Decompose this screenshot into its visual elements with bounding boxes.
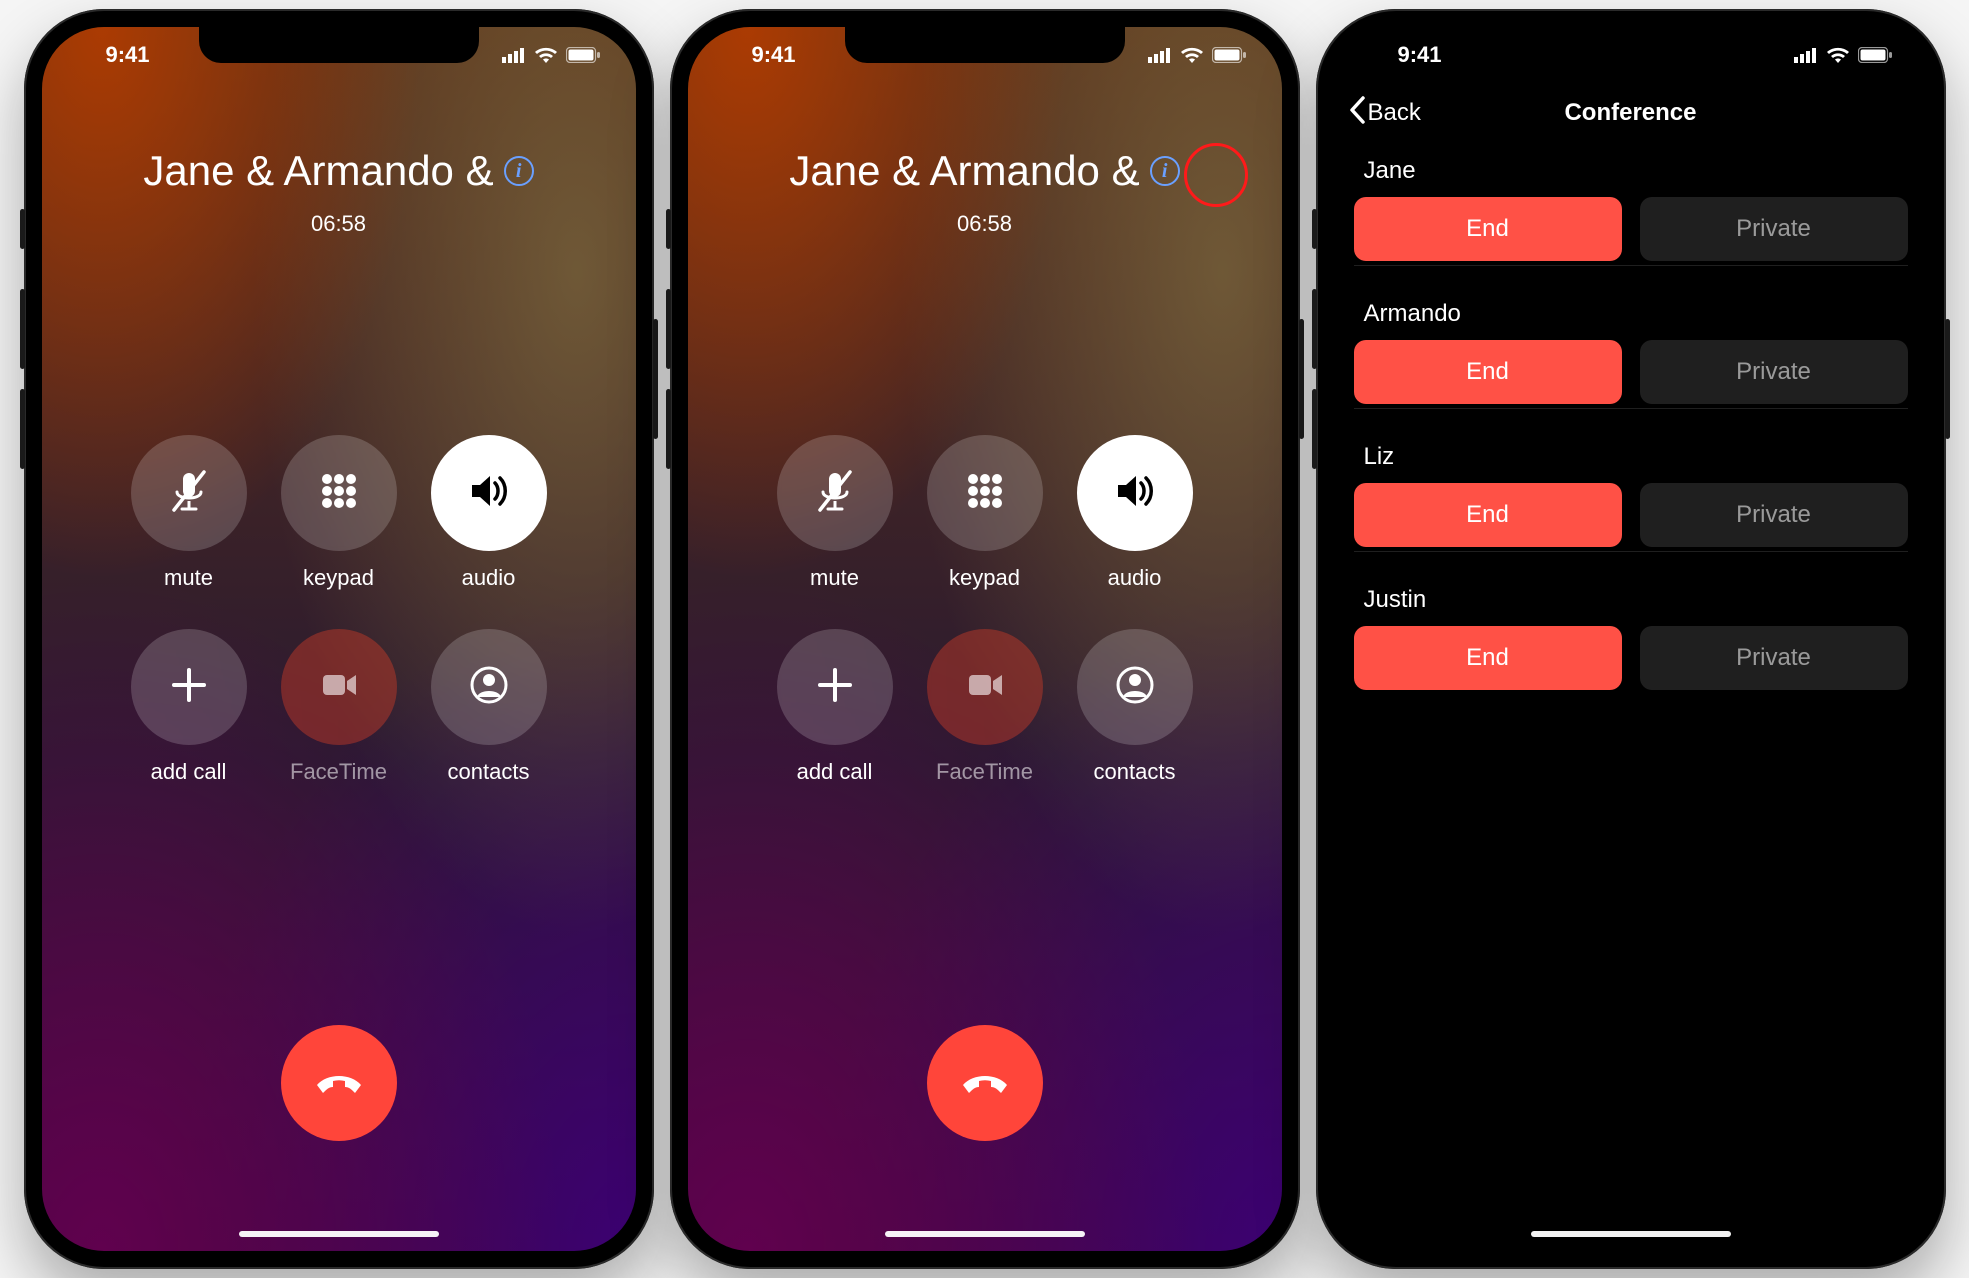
audio-label: audio	[1108, 565, 1162, 591]
participant-name: Jane	[1354, 147, 1908, 197]
wifi-icon	[1826, 46, 1850, 64]
conference-screen: 9:41 Back Conference Jane End Privat	[1334, 27, 1928, 1251]
battery-icon	[1858, 47, 1892, 63]
back-button[interactable]: Back	[1348, 83, 1421, 143]
facetime-button[interactable]: FaceTime	[910, 629, 1060, 785]
plus-icon	[164, 660, 214, 715]
facetime-label: FaceTime	[936, 759, 1033, 785]
add-call-label: add call	[151, 759, 227, 785]
battery-icon	[1212, 47, 1246, 63]
end-button[interactable]: End	[1354, 197, 1622, 261]
wifi-icon	[1180, 46, 1204, 64]
audio-button[interactable]: audio	[1060, 435, 1210, 591]
phone-frame-1: 9:41 Jane & Armando & i 06:58	[24, 9, 654, 1269]
info-icon[interactable]: i	[504, 156, 534, 186]
video-icon	[960, 660, 1010, 715]
cellular-icon	[502, 47, 526, 63]
participant-name: Armando	[1354, 290, 1908, 340]
contacts-button[interactable]: contacts	[1060, 629, 1210, 785]
call-screen: 9:41 Jane & Armando & i 06:58 mute keypa…	[688, 27, 1282, 1251]
facetime-label: FaceTime	[290, 759, 387, 785]
notch	[199, 27, 479, 63]
back-label: Back	[1368, 99, 1421, 127]
private-button[interactable]: Private	[1640, 197, 1908, 261]
end-button[interactable]: End	[1354, 483, 1622, 547]
add-call-label: add call	[797, 759, 873, 785]
participant-row: Justin End Private	[1354, 576, 1908, 690]
end-button[interactable]: End	[1354, 340, 1622, 404]
audio-label: audio	[462, 565, 516, 591]
private-button[interactable]: Private	[1640, 483, 1908, 547]
caller-info: Jane & Armando & i 06:58	[42, 147, 636, 237]
mute-button[interactable]: mute	[114, 435, 264, 591]
keypad-icon	[314, 466, 364, 521]
end-call-button[interactable]	[927, 1025, 1043, 1141]
caller-title: Jane & Armando &	[789, 147, 1139, 195]
keypad-label: keypad	[303, 565, 374, 591]
keypad-button[interactable]: keypad	[910, 435, 1060, 591]
home-indicator[interactable]	[1531, 1231, 1731, 1237]
participants-list: Jane End Private Armando End Private Liz…	[1334, 147, 1928, 1211]
call-timer: 06:58	[728, 211, 1242, 237]
nav-bar: Back Conference	[1334, 83, 1928, 143]
battery-icon	[566, 47, 600, 63]
participant-row: Armando End Private	[1354, 290, 1908, 409]
cellular-icon	[1148, 47, 1172, 63]
hangup-icon	[953, 1049, 1017, 1118]
keypad-icon	[960, 466, 1010, 521]
end-call-button[interactable]	[281, 1025, 397, 1141]
video-icon	[314, 660, 364, 715]
add-call-button[interactable]: add call	[114, 629, 264, 785]
mute-icon	[164, 466, 214, 521]
mute-icon	[810, 466, 860, 521]
facetime-button[interactable]: FaceTime	[264, 629, 414, 785]
mute-label: mute	[164, 565, 213, 591]
mute-button[interactable]: mute	[760, 435, 910, 591]
mute-label: mute	[810, 565, 859, 591]
caller-info: Jane & Armando & i 06:58	[688, 147, 1282, 237]
keypad-button[interactable]: keypad	[264, 435, 414, 591]
participant-name: Liz	[1354, 433, 1908, 483]
hangup-icon	[307, 1049, 371, 1118]
private-button[interactable]: Private	[1640, 340, 1908, 404]
participant-row: Jane End Private	[1354, 147, 1908, 266]
keypad-label: keypad	[949, 565, 1020, 591]
private-button[interactable]: Private	[1640, 626, 1908, 690]
phone-frame-3: 9:41 Back Conference Jane End Privat	[1316, 9, 1946, 1269]
speaker-icon	[1110, 466, 1160, 521]
call-screen: 9:41 Jane & Armando & i 06:58	[42, 27, 636, 1251]
end-button[interactable]: End	[1354, 626, 1622, 690]
home-indicator[interactable]	[885, 1231, 1085, 1237]
chevron-left-icon	[1348, 96, 1366, 131]
plus-icon	[810, 660, 860, 715]
wifi-icon	[534, 46, 558, 64]
status-time: 9:41	[78, 42, 178, 68]
home-indicator[interactable]	[239, 1231, 439, 1237]
contacts-label: contacts	[448, 759, 530, 785]
status-time: 9:41	[724, 42, 824, 68]
participant-row: Liz End Private	[1354, 433, 1908, 552]
contacts-button[interactable]: contacts	[414, 629, 564, 785]
nav-title: Conference	[1564, 99, 1696, 127]
speaker-icon	[464, 466, 514, 521]
caller-title: Jane & Armando &	[143, 147, 493, 195]
audio-button[interactable]: audio	[414, 435, 564, 591]
call-timer: 06:58	[82, 211, 596, 237]
info-icon[interactable]: i	[1150, 156, 1180, 186]
contacts-label: contacts	[1094, 759, 1176, 785]
contacts-icon	[1110, 660, 1160, 715]
add-call-button[interactable]: add call	[760, 629, 910, 785]
cellular-icon	[1794, 47, 1818, 63]
status-time: 9:41	[1370, 42, 1470, 68]
notch	[1491, 27, 1771, 63]
notch	[845, 27, 1125, 63]
participant-name: Justin	[1354, 576, 1908, 626]
contacts-icon	[464, 660, 514, 715]
phone-frame-2: 9:41 Jane & Armando & i 06:58 mute keypa…	[670, 9, 1300, 1269]
